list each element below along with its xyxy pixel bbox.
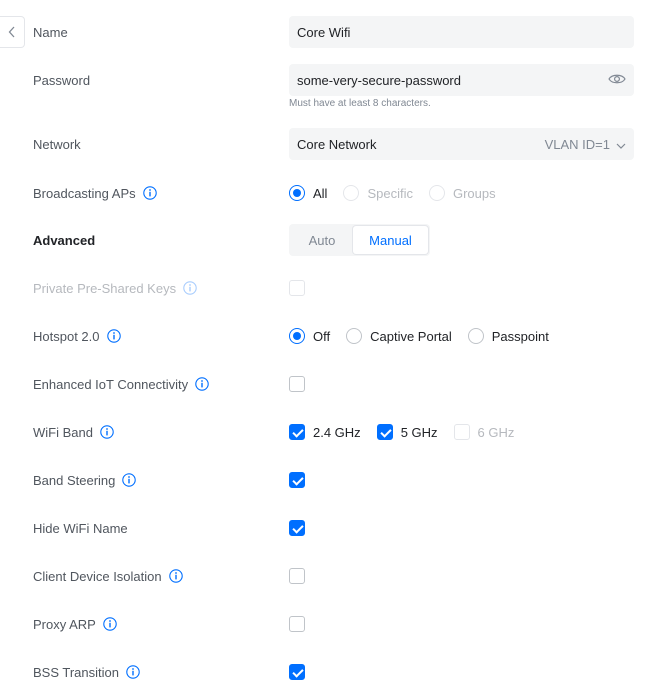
password-value: some-very-secure-password (297, 72, 461, 88)
password-label: Password (33, 72, 91, 88)
advanced-mode-toggle: Auto Manual (289, 224, 430, 256)
wifi-band-checkbox-group: 2.4 GHz 5 GHz 6 GHz (289, 416, 530, 448)
wifi-band-row: WiFi Band 2.4 GHz 5 GHz 6 GHz (0, 416, 672, 448)
radio-specific[interactable]: Specific (343, 185, 413, 201)
network-row: Network Core Network VLAN ID=1 (0, 128, 672, 160)
hotspot-label: Hotspot 2.0 (33, 320, 121, 352)
iot-checkbox[interactable] (289, 376, 305, 392)
info-icon[interactable] (142, 186, 157, 200)
info-icon[interactable] (122, 473, 137, 487)
info-icon[interactable] (103, 617, 117, 631)
checkbox[interactable] (453, 424, 470, 440)
checkbox-label: 2.4 GHz (313, 424, 361, 440)
bss-transition-control (289, 656, 313, 688)
proxy-arp-checkbox[interactable] (289, 616, 305, 632)
network-label: Network (33, 136, 81, 152)
checkbox[interactable] (289, 424, 305, 440)
network-value: Core Network (297, 136, 377, 152)
band-6ghz[interactable]: 6 GHz (453, 424, 515, 440)
proxy-arp-label: Proxy ARP (33, 608, 117, 640)
radio-label: Passpoint (491, 328, 549, 344)
radio-button[interactable] (467, 328, 484, 344)
radio-button[interactable] (428, 185, 445, 201)
checkbox-label: 6 GHz (477, 424, 515, 440)
radio-button[interactable] (289, 328, 305, 344)
radio-label: All (313, 185, 328, 201)
hide-wifi-name-control (289, 512, 313, 544)
hide-wifi-name-checkbox[interactable] (289, 520, 305, 536)
broadcasting-aps-label: Broadcasting APs (33, 177, 157, 209)
hide-wifi-name-row: Hide WiFi Name (0, 512, 672, 544)
radio-all[interactable]: All (289, 185, 327, 201)
private-psk-row: Private Pre-Shared Keys (0, 272, 672, 304)
broadcasting-aps-radio-group: All Specific Groups (289, 177, 512, 209)
bss-transition-row: BSS Transition (0, 656, 672, 688)
hide-wifi-name-label: Hide WiFi Name (33, 520, 128, 536)
chevron-down-icon (616, 137, 626, 152)
advanced-row: Advanced Auto Manual (0, 224, 672, 256)
private-psk-label: Private Pre-Shared Keys (33, 272, 197, 304)
radio-label: Captive Portal (370, 328, 452, 344)
proxy-arp-row: Proxy ARP (0, 608, 672, 640)
vlan-id: VLAN ID=1 (544, 136, 610, 152)
info-icon[interactable] (168, 569, 183, 583)
radio-button[interactable] (289, 185, 305, 201)
wifi-band-label: WiFi Band (33, 416, 114, 448)
name-value: Core Wifi (297, 24, 351, 40)
private-psk-checkbox[interactable] (289, 280, 305, 296)
checkbox-label: 5 GHz (400, 424, 438, 440)
radio-button[interactable] (343, 185, 360, 201)
iot-control (289, 368, 313, 400)
advanced-label: Advanced (33, 232, 96, 248)
bss-transition-checkbox[interactable] (289, 664, 305, 680)
hotspot-row: Hotspot 2.0 Off Captive Portal Passpoint (0, 320, 672, 352)
info-icon[interactable] (195, 377, 209, 391)
band-steering-control (289, 464, 313, 496)
band-5ghz[interactable]: 5 GHz (376, 424, 438, 440)
checkbox[interactable] (376, 424, 393, 440)
bss-transition-label: BSS Transition (33, 656, 140, 688)
name-input[interactable]: Core Wifi (289, 16, 634, 48)
name-row: Name Core Wifi (0, 16, 672, 48)
broadcasting-aps-row: Broadcasting APs All Specific Groups (0, 177, 672, 209)
iot-label: Enhanced IoT Connectivity (33, 368, 209, 400)
client-isolation-label: Client Device Isolation (33, 560, 183, 592)
client-isolation-row: Client Device Isolation (0, 560, 672, 592)
password-row: Password some-very-secure-password Must … (0, 64, 672, 112)
band-steering-label: Band Steering (33, 464, 137, 496)
manual-button[interactable]: Manual (353, 226, 428, 254)
info-icon[interactable] (100, 425, 114, 439)
private-psk-control (289, 272, 313, 304)
radio-passpoint[interactable]: Passpoint (467, 328, 549, 344)
radio-label: Groups (452, 185, 496, 201)
eye-icon[interactable] (608, 73, 626, 88)
iot-row: Enhanced IoT Connectivity (0, 368, 672, 400)
network-select[interactable]: Core Network VLAN ID=1 (289, 128, 634, 160)
radio-off[interactable]: Off (289, 328, 330, 344)
proxy-arp-control (289, 608, 313, 640)
name-label: Name (33, 24, 68, 40)
radio-button[interactable] (346, 328, 363, 344)
radio-groups[interactable]: Groups (428, 185, 496, 201)
radio-label: Specific (367, 185, 413, 201)
password-hint: Must have at least 8 characters. (289, 98, 431, 109)
password-input[interactable]: some-very-secure-password (289, 64, 634, 96)
hotspot-radio-group: Off Captive Portal Passpoint (289, 320, 565, 352)
radio-label: Off (313, 328, 331, 344)
band-2-4ghz[interactable]: 2.4 GHz (289, 424, 361, 440)
radio-captive-portal[interactable]: Captive Portal (346, 328, 452, 344)
client-isolation-checkbox[interactable] (289, 568, 305, 584)
auto-button[interactable]: Auto (291, 226, 353, 254)
band-steering-row: Band Steering (0, 464, 672, 496)
info-icon (183, 281, 197, 295)
client-isolation-control (289, 560, 313, 592)
info-icon[interactable] (106, 329, 121, 343)
band-steering-checkbox[interactable] (289, 472, 305, 488)
info-icon[interactable] (126, 665, 140, 679)
